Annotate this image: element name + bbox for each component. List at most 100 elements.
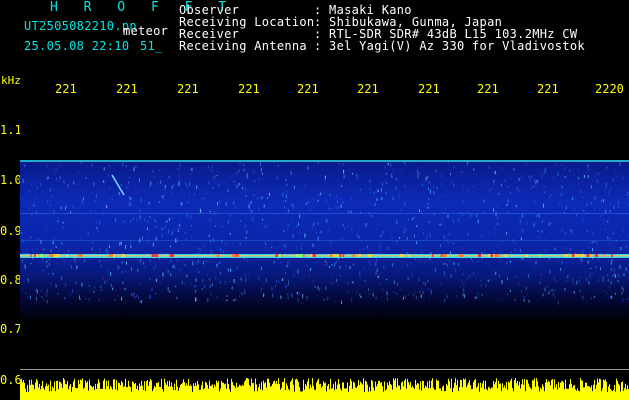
amplitude-sample <box>624 388 625 400</box>
noise-speck <box>198 252 199 255</box>
amplitude-sample <box>390 383 391 400</box>
carrier-hotspot <box>49 254 54 257</box>
noise-speck <box>357 235 359 238</box>
amplitude-sample <box>274 380 275 400</box>
amplitude-sample <box>23 380 24 400</box>
noise-speck <box>618 205 620 208</box>
noise-speck <box>233 195 235 200</box>
amplitude-sample <box>152 391 153 400</box>
amplitude-sample <box>311 387 312 400</box>
noise-speck <box>292 203 294 207</box>
noise-speck <box>533 200 535 204</box>
noise-speck <box>98 221 100 225</box>
amplitude-sample <box>295 379 296 400</box>
amplitude-sample <box>404 380 405 400</box>
noise-speck <box>461 280 463 284</box>
noise-speck <box>65 207 66 210</box>
amplitude-sample <box>451 378 452 400</box>
noise-speck <box>164 274 166 276</box>
amplitude-sample <box>418 383 419 400</box>
amplitude-sample <box>212 384 213 400</box>
amplitude-sample <box>211 385 212 400</box>
noise-speck <box>528 299 530 303</box>
noise-speck <box>195 297 197 302</box>
noise-speck <box>121 297 123 301</box>
noise-speck <box>239 295 240 297</box>
noise-speck <box>48 258 50 262</box>
noise-speck <box>341 185 343 188</box>
noise-speck <box>94 200 96 203</box>
noise-speck <box>155 293 157 295</box>
amplitude-sample <box>594 379 595 400</box>
noise-speck <box>559 183 561 188</box>
amplitude-sample <box>412 385 413 400</box>
amplitude-sample <box>65 383 66 400</box>
noise-speck <box>220 272 222 275</box>
noise-speck <box>179 268 181 272</box>
noise-speck <box>341 202 343 207</box>
noise-speck <box>612 230 614 235</box>
noise-speck <box>453 184 455 187</box>
noise-speck <box>542 220 543 223</box>
noise-speck <box>302 294 304 299</box>
noise-speck <box>27 278 29 283</box>
noise-speck <box>211 169 213 172</box>
amplitude-sample <box>346 388 347 400</box>
noise-speck <box>84 259 86 262</box>
amplitude-sample <box>525 391 526 400</box>
noise-speck <box>186 231 188 235</box>
amplitude-sample <box>122 382 123 400</box>
noise-speck <box>195 289 197 293</box>
noise-speck <box>243 288 245 292</box>
noise-speck <box>348 266 350 268</box>
amplitude-sample <box>106 380 107 400</box>
noise-speck <box>494 170 496 175</box>
noise-speck <box>274 285 276 287</box>
noise-speck <box>287 293 289 296</box>
noise-speck <box>506 262 508 265</box>
noise-speck <box>231 286 233 290</box>
noise-speck <box>195 278 197 282</box>
amplitude-sample <box>127 387 128 400</box>
amplitude-sample <box>147 380 148 400</box>
amplitude-sample <box>330 378 331 400</box>
amplitude-sample <box>546 379 547 400</box>
noise-speck <box>359 271 361 276</box>
noise-speck <box>453 262 455 265</box>
noise-speck <box>514 248 516 251</box>
amplitude-sample <box>585 382 586 400</box>
noise-speck <box>176 259 178 263</box>
noise-speck <box>301 244 302 246</box>
amplitude-sample <box>508 381 509 400</box>
noise-speck <box>314 285 316 288</box>
noise-speck <box>122 281 124 285</box>
noise-speck <box>526 292 528 295</box>
noise-speck <box>618 197 620 200</box>
noise-speck <box>343 169 345 174</box>
noise-speck <box>581 258 583 263</box>
amplitude-sample <box>165 382 166 400</box>
noise-speck <box>287 224 289 226</box>
amplitude-sample <box>423 381 424 400</box>
amplitude-sample <box>520 388 521 400</box>
amplitude-sample <box>387 382 388 400</box>
noise-speck <box>155 263 157 268</box>
noise-speck <box>291 293 293 297</box>
carrier-hotspot <box>442 254 447 257</box>
amplitude-sample <box>171 382 172 400</box>
noise-speck <box>293 207 295 211</box>
noise-speck <box>104 280 106 284</box>
amplitude-sample <box>403 386 404 400</box>
noise-speck <box>604 294 606 298</box>
noise-speck <box>63 199 65 201</box>
noise-speck <box>480 284 482 287</box>
noise-speck <box>374 203 376 206</box>
noise-speck <box>392 196 394 201</box>
noise-speck <box>330 241 332 244</box>
amplitude-sample <box>293 384 294 400</box>
amplitude-sample <box>252 383 253 400</box>
noise-speck <box>150 181 152 186</box>
noise-speck <box>50 249 52 253</box>
noise-speck <box>577 168 579 172</box>
noise-speck <box>403 231 405 234</box>
